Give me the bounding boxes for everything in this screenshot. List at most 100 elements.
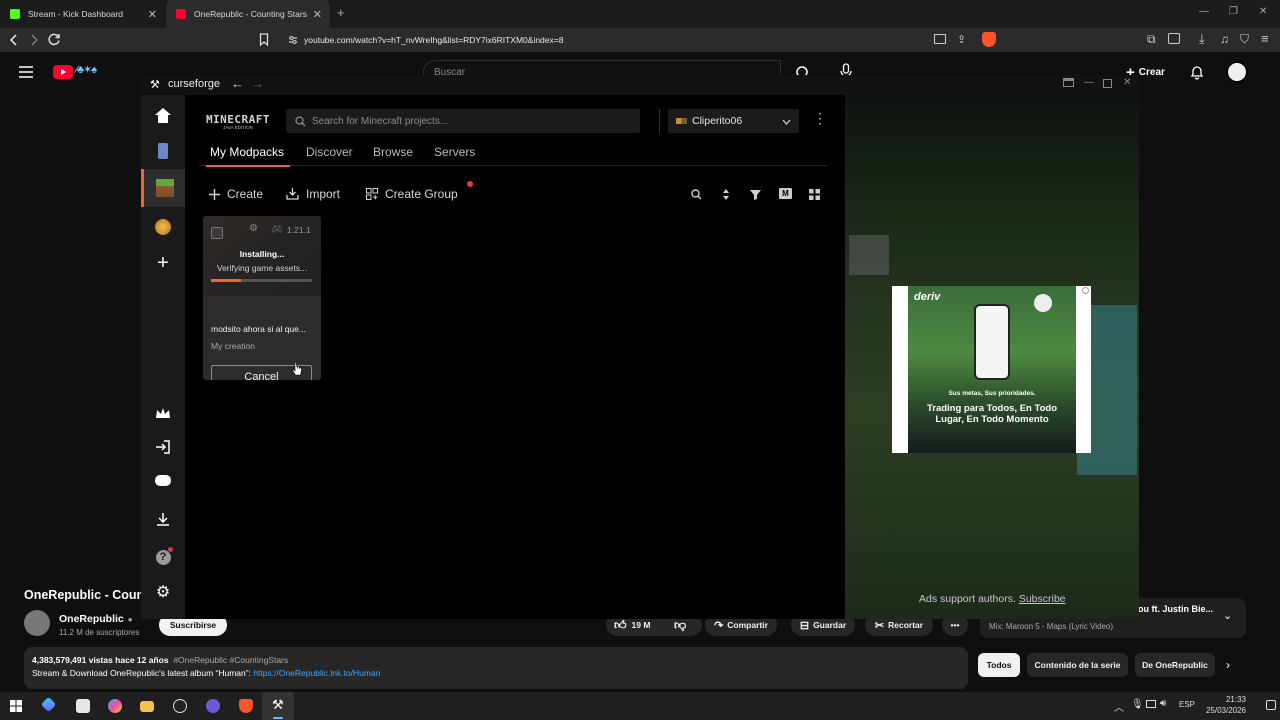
- modpack-card[interactable]: ⚙ 🎮︎ 1.21.1 Installing... Verifying game…: [203, 216, 321, 380]
- site-info-icon[interactable]: [288, 35, 298, 45]
- hashtags[interactable]: #OneRepublic #CountingStars: [173, 655, 288, 665]
- chip-from-channel[interactable]: De OneRepublic: [1135, 653, 1215, 677]
- forward-arrow-icon[interactable]: →: [251, 76, 264, 91]
- like-count[interactable]: 19 M: [632, 620, 651, 630]
- help-icon[interactable]: ?: [153, 547, 173, 567]
- back-arrow-icon[interactable]: ←: [231, 76, 244, 91]
- project-search-input[interactable]: Search for Minecraft projects...: [286, 109, 640, 133]
- chat-app-icon[interactable]: [206, 699, 220, 713]
- network-icon[interactable]: [1146, 700, 1156, 708]
- tab-servers[interactable]: Servers: [434, 145, 475, 159]
- system-clock[interactable]: 21:33 25/03/2026: [1200, 695, 1246, 715]
- browser-tab-youtube[interactable]: OneRepublic - Counting Stars ✕: [166, 0, 330, 28]
- brave-shields-icon[interactable]: [982, 32, 996, 47]
- game-icon[interactable]: [153, 141, 173, 161]
- search-icon[interactable]: [691, 189, 702, 200]
- close-tab-icon[interactable]: ✕: [313, 8, 322, 21]
- like-icon[interactable]: 👍︎: [614, 618, 627, 633]
- mouse-cursor-icon: [292, 361, 302, 376]
- create-button[interactable]: Create: [209, 187, 263, 201]
- obs-icon[interactable]: [173, 699, 187, 713]
- wow-game-icon[interactable]: [153, 217, 173, 237]
- close-tab-icon[interactable]: ✕: [148, 8, 157, 21]
- ad-banner[interactable]: deriv Sus metas, Sus prioridades. Tradin…: [892, 286, 1091, 453]
- close-window-icon[interactable]: ✕: [1259, 6, 1267, 17]
- vpn-shield-icon[interactable]: ⛉: [1240, 32, 1249, 47]
- active-app-indicator: [273, 717, 283, 719]
- chevron-down-icon[interactable]: ⌄: [1223, 609, 1232, 622]
- minimize-window-icon[interactable]: —: [1199, 6, 1209, 17]
- tray-chevron-icon[interactable]: ︿: [1114, 699, 1124, 714]
- tray-microphone-icon[interactable]: 🎙︎: [1131, 699, 1144, 710]
- view-mode-icon[interactable]: M: [779, 188, 792, 199]
- browser-tab-kick[interactable]: Stream - Kick Dashboard ✕: [0, 0, 165, 28]
- youtube-favicon-icon: [176, 9, 186, 19]
- file-explorer-icon[interactable]: [140, 701, 154, 712]
- login-icon[interactable]: [153, 437, 173, 457]
- notification-dot: [467, 181, 473, 187]
- premium-crown-icon[interactable]: [153, 403, 173, 423]
- input-language[interactable]: ESP: [1179, 700, 1195, 709]
- notification-center-icon[interactable]: [1266, 700, 1276, 710]
- sort-icon[interactable]: [722, 188, 730, 201]
- reload-icon[interactable]: [48, 33, 61, 46]
- sidebar-toggle-icon[interactable]: [1168, 33, 1180, 44]
- tab-my-modpacks[interactable]: My Modpacks: [210, 145, 284, 159]
- maximize-icon[interactable]: [1103, 79, 1112, 88]
- close-icon[interactable]: ✕: [1123, 77, 1131, 88]
- create-group-button[interactable]: Create Group: [366, 187, 458, 201]
- avatar[interactable]: [1226, 61, 1248, 83]
- media-icon[interactable]: ♫: [1220, 32, 1229, 46]
- home-icon[interactable]: [153, 105, 173, 125]
- grid-add-icon: [366, 188, 378, 200]
- discord-icon[interactable]: [153, 470, 173, 490]
- copilot-icon[interactable]: [40, 696, 57, 713]
- dislike-icon[interactable]: 👎︎: [674, 618, 686, 633]
- tab-discover[interactable]: Discover: [306, 145, 353, 159]
- download-icon[interactable]: ⤓: [1199, 31, 1205, 47]
- select-checkbox[interactable]: [211, 227, 223, 239]
- extensions-icon[interactable]: ⧉: [1147, 32, 1156, 47]
- grid-view-icon[interactable]: [809, 189, 820, 200]
- channel-name[interactable]: OneRepublic ●: [59, 613, 133, 625]
- description-box[interactable]: 4,383,579,491 vistas hace 12 años #OneRe…: [24, 647, 968, 689]
- sidebar-item-minecraft[interactable]: [141, 169, 185, 207]
- hamburger-menu-icon[interactable]: [19, 66, 33, 78]
- bookmark-icon[interactable]: [259, 33, 269, 46]
- tab-browse[interactable]: Browse: [373, 145, 413, 159]
- restore-window-icon[interactable]: ❐: [1229, 6, 1238, 17]
- ad-subscribe-link[interactable]: Subscribe: [1019, 593, 1066, 605]
- store-icon[interactable]: [76, 699, 90, 713]
- windows-start-icon[interactable]: [10, 700, 22, 712]
- url-bar[interactable]: youtube.com/watch?v=hT_nvWreIhg&list=RDY…: [284, 31, 1002, 49]
- download-icon[interactable]: [153, 509, 173, 529]
- brave-browser-icon[interactable]: [239, 699, 253, 713]
- profile-selector[interactable]: Cliperito06: [668, 109, 799, 133]
- share-page-icon[interactable]: ⇪: [957, 33, 966, 46]
- channel-avatar[interactable]: [24, 610, 50, 636]
- menu-icon[interactable]: ≡: [1261, 31, 1269, 46]
- description-link[interactable]: https://OneRepublic.lnk.to/Human: [253, 668, 380, 678]
- youtube-logo-icon[interactable]: [53, 65, 73, 79]
- filter-icon[interactable]: [750, 189, 761, 200]
- cast-icon[interactable]: [934, 34, 946, 44]
- curseforge-taskbar-button[interactable]: ⚒: [262, 692, 294, 720]
- ms-copilot-app-icon[interactable]: [108, 699, 122, 713]
- chip-next-icon[interactable]: ›: [1226, 658, 1230, 672]
- layout-toggle-icon[interactable]: [1063, 78, 1074, 87]
- new-tab-icon[interactable]: +: [337, 5, 345, 20]
- minimize-icon[interactable]: —: [1084, 77, 1094, 88]
- volume-icon[interactable]: 🔊︎: [1160, 698, 1166, 709]
- chip-all[interactable]: Todos: [978, 653, 1020, 677]
- back-icon[interactable]: [9, 34, 19, 46]
- forward-icon[interactable]: [29, 34, 39, 46]
- more-options-icon[interactable]: ⋮: [813, 111, 827, 125]
- search-placeholder: Search for Minecraft projects...: [312, 115, 449, 127]
- side-video-title: ou ft. Justin Bie...: [1138, 604, 1214, 614]
- ad-info-icon[interactable]: [1082, 287, 1089, 294]
- add-game-icon[interactable]: +: [153, 252, 173, 274]
- settings-gear-icon[interactable]: ⚙: [153, 582, 173, 602]
- notifications-bell-icon[interactable]: [1190, 64, 1204, 80]
- import-button[interactable]: Import: [286, 187, 340, 201]
- chip-series[interactable]: Contenido de la serie: [1027, 653, 1128, 677]
